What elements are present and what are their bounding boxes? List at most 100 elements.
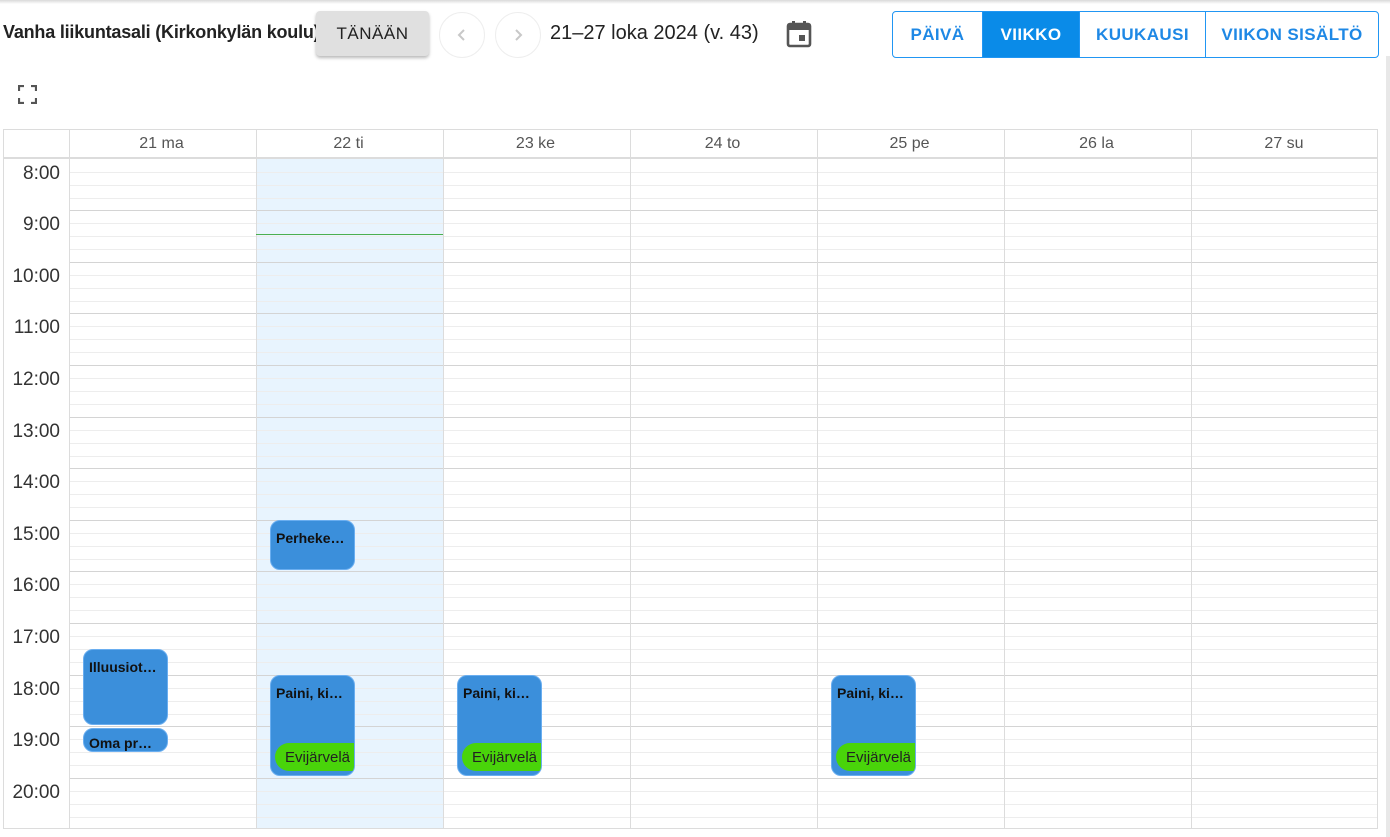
day-header[interactable]: 22 ti bbox=[255, 129, 442, 158]
chevron-right-icon bbox=[515, 29, 523, 41]
quarter-line bbox=[69, 636, 1377, 637]
day-header[interactable]: 27 su bbox=[1190, 129, 1378, 158]
day-header[interactable]: 23 ke bbox=[442, 129, 629, 158]
event-tag: Evijärvelä bbox=[462, 743, 541, 771]
day-column-divider bbox=[69, 130, 70, 828]
quarter-line bbox=[69, 610, 1377, 611]
event-title: Perheke… bbox=[276, 530, 345, 546]
quarter-line bbox=[69, 701, 1377, 702]
day-header[interactable]: 24 to bbox=[629, 129, 816, 158]
quarter-line bbox=[69, 791, 1377, 792]
quarter-line bbox=[69, 236, 1377, 237]
scrollbar[interactable] bbox=[1386, 56, 1390, 837]
quarter-line bbox=[69, 198, 1377, 199]
view-day-button[interactable]: PÄIVÄ bbox=[893, 12, 982, 57]
quarter-line bbox=[69, 584, 1377, 585]
hour-label: 9:00 bbox=[23, 214, 60, 235]
hour-line bbox=[69, 262, 1377, 263]
hour-label: 20:00 bbox=[12, 782, 60, 803]
quarter-line bbox=[69, 352, 1377, 353]
today-button[interactable]: TÄNÄÄN bbox=[316, 11, 429, 56]
day-column-divider bbox=[630, 130, 631, 828]
quarter-line bbox=[69, 430, 1377, 431]
quarter-line bbox=[69, 546, 1377, 547]
quarter-line bbox=[69, 688, 1377, 689]
quarter-line bbox=[69, 301, 1377, 302]
quarter-line bbox=[69, 443, 1377, 444]
view-week-content-button[interactable]: VIIKON SISÄLTÖ bbox=[1205, 12, 1378, 57]
hour-line bbox=[69, 520, 1377, 521]
day-header[interactable]: 25 pe bbox=[816, 129, 1003, 158]
quarter-line bbox=[69, 404, 1377, 405]
hour-label: 17:00 bbox=[12, 627, 60, 648]
quarter-line bbox=[69, 185, 1377, 186]
quarter-line bbox=[69, 249, 1377, 250]
fullscreen-icon[interactable] bbox=[18, 85, 37, 104]
calendar-event[interactable]: Oma pr… bbox=[83, 728, 168, 752]
hour-line bbox=[69, 365, 1377, 366]
event-tag: Evijärvelä bbox=[836, 743, 915, 771]
quarter-line bbox=[69, 223, 1377, 224]
hour-line bbox=[69, 468, 1377, 469]
hour-line bbox=[69, 313, 1377, 314]
hour-label: 13:00 bbox=[12, 421, 60, 442]
quarter-line bbox=[69, 275, 1377, 276]
quarter-line bbox=[69, 804, 1377, 805]
view-month-button[interactable]: KUUKAUSI bbox=[1079, 12, 1205, 57]
hour-line bbox=[69, 623, 1377, 624]
calendar-icon[interactable] bbox=[786, 20, 812, 48]
quarter-line bbox=[69, 339, 1377, 340]
quarter-line bbox=[69, 817, 1377, 818]
hour-label: 12:00 bbox=[12, 369, 60, 390]
quarter-line bbox=[69, 172, 1377, 173]
event-tag: Evijärvelä bbox=[275, 743, 354, 771]
prev-week-button[interactable] bbox=[439, 12, 485, 58]
event-title: Oma pr… bbox=[89, 735, 153, 751]
event-title: Paini, ki… bbox=[463, 685, 530, 701]
resource-title: Vanha liikuntasali (Kirkonkylän koulu) bbox=[3, 22, 320, 42]
hour-label: 8:00 bbox=[23, 163, 60, 184]
day-column-divider bbox=[1004, 130, 1005, 828]
quarter-line bbox=[69, 507, 1377, 508]
day-column-divider bbox=[817, 130, 818, 828]
hour-line bbox=[69, 417, 1377, 418]
next-week-button[interactable] bbox=[495, 12, 541, 58]
day-column-divider bbox=[443, 130, 444, 828]
calendar-event[interactable]: Paini, ki… Evijärvelä bbox=[457, 675, 542, 776]
hour-label: 14:00 bbox=[12, 472, 60, 493]
calendar-event[interactable]: Paini, ki… Evijärvelä bbox=[831, 675, 916, 776]
quarter-line bbox=[69, 391, 1377, 392]
view-switcher: PÄIVÄ VIIKKO KUUKAUSI VIIKON SISÄLTÖ bbox=[892, 11, 1379, 58]
quarter-line bbox=[69, 714, 1377, 715]
quarter-line bbox=[69, 765, 1377, 766]
quarter-line bbox=[69, 326, 1377, 327]
day-header[interactable]: 26 la bbox=[1003, 129, 1190, 158]
hour-line bbox=[69, 571, 1377, 572]
quarter-line bbox=[69, 533, 1377, 534]
hour-line bbox=[69, 210, 1377, 211]
day-header[interactable]: 21 ma bbox=[68, 129, 255, 158]
event-title: Paini, ki… bbox=[837, 685, 904, 701]
hour-label: 19:00 bbox=[12, 730, 60, 751]
quarter-line bbox=[69, 597, 1377, 598]
week-grid bbox=[3, 129, 1378, 829]
hour-label: 11:00 bbox=[13, 317, 60, 338]
hour-label: 10:00 bbox=[12, 266, 60, 287]
calendar-event[interactable]: Perheke… bbox=[270, 520, 355, 570]
quarter-line bbox=[69, 494, 1377, 495]
calendar-event[interactable]: Paini, ki… Evijärvelä bbox=[270, 675, 355, 776]
quarter-line bbox=[69, 456, 1377, 457]
quarter-line bbox=[69, 739, 1377, 740]
day-column-divider bbox=[1191, 130, 1192, 828]
view-week-button[interactable]: VIIKKO bbox=[982, 12, 1079, 57]
hour-label: 18:00 bbox=[12, 679, 60, 700]
top-shadow bbox=[0, 0, 1390, 4]
hour-label: 15:00 bbox=[12, 524, 60, 545]
quarter-line bbox=[69, 649, 1377, 650]
calendar-event[interactable]: Illuusiot… bbox=[83, 649, 168, 725]
quarter-line bbox=[69, 559, 1377, 560]
quarter-line bbox=[69, 481, 1377, 482]
event-title: Paini, ki… bbox=[276, 685, 343, 701]
current-time-line bbox=[256, 234, 443, 235]
hour-line bbox=[69, 726, 1377, 727]
